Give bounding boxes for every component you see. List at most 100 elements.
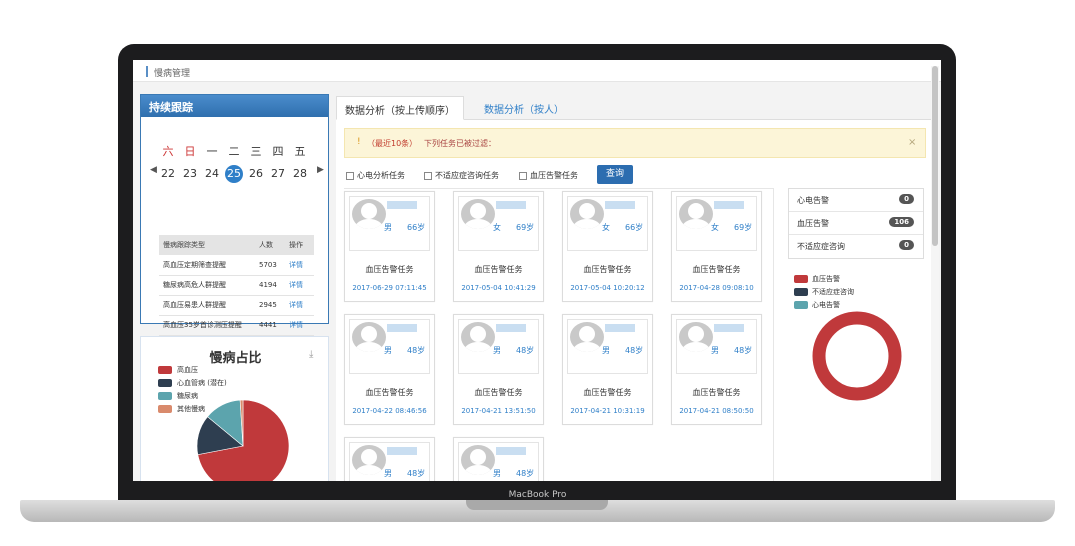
task-card[interactable]: 男 48岁 血压告警任务 2017-04-21 08:50:50 xyxy=(671,314,762,425)
task-card[interactable]: 男 66岁 血压告警任务 2017-06-29 07:11:45 xyxy=(344,191,435,302)
tab-by-person[interactable]: 数据分析（按人） xyxy=(476,96,572,120)
patient-name-redacted xyxy=(605,201,635,209)
legend-swatch xyxy=(158,404,172,413)
task-card[interactable]: 男 48岁 xyxy=(344,437,435,481)
follow-panel: 持续跟踪 六 日 一 二 三 四 五 ◀ 22 23 24 25 26 27 2… xyxy=(140,94,329,336)
checkbox-label: 血压告警任务 xyxy=(530,171,578,180)
task-card[interactable]: 男 48岁 血压告警任务 2017-04-21 13:51:50 xyxy=(453,314,544,425)
task-type: 血压告警任务 xyxy=(474,388,523,397)
task-type: 血压告警任务 xyxy=(583,388,632,397)
legend-swatch xyxy=(158,378,172,387)
detail-link[interactable]: 详情 xyxy=(285,315,314,336)
task-card[interactable]: 男 48岁 血压告警任务 2017-04-22 08:46:56 xyxy=(344,314,435,425)
checkbox-label: 心电分析任务 xyxy=(357,171,405,180)
task-time: 2017-04-28 09:08:10 xyxy=(679,284,754,292)
legend-swatch xyxy=(794,274,808,283)
list-item[interactable]: 血压告警 106 xyxy=(789,212,923,235)
count-badge: 106 xyxy=(889,217,914,227)
alert-highlight: （最近10条） xyxy=(367,139,418,148)
list-item-label: 不适应症咨询 xyxy=(797,242,845,251)
patient-age: 66岁 xyxy=(625,223,644,232)
avatar xyxy=(570,199,604,229)
table-cell: 高血压35岁首诊测压提醒 xyxy=(159,315,255,336)
checkbox-box[interactable] xyxy=(519,171,527,180)
calendar-day-today[interactable]: 25 xyxy=(225,165,243,183)
breadcrumb-text[interactable]: 慢病管理 xyxy=(154,66,190,79)
legend-label: 不适应症咨询 xyxy=(812,287,854,296)
detail-link[interactable]: 详情 xyxy=(285,275,314,296)
calendar-day[interactable]: 26 xyxy=(247,165,265,183)
breadcrumb: 慢病管理 xyxy=(133,60,941,82)
patient-info-box: 女 69岁 xyxy=(676,196,757,251)
weekday: 六 xyxy=(162,145,174,158)
tab-upload-order[interactable]: 数据分析（按上传顺序） xyxy=(336,96,464,120)
patient-gender: 男 xyxy=(384,469,392,478)
task-time: 2017-06-29 07:11:45 xyxy=(352,284,427,292)
patient-gender: 男 xyxy=(384,346,392,355)
column-header: 操作 xyxy=(285,235,314,255)
task-card[interactable]: 女 66岁 血压告警任务 2017-05-04 10:20:12 xyxy=(562,191,653,302)
legend-item[interactable]: 不适应症咨询 xyxy=(794,285,854,298)
scrollbar[interactable] xyxy=(931,66,939,481)
checkbox-box[interactable] xyxy=(424,171,432,180)
filter-checkbox-bp[interactable]: 血压告警任务 xyxy=(519,170,578,181)
calendar-prev-icon[interactable]: ◀ xyxy=(150,165,157,175)
download-icon[interactable]: ⤓ xyxy=(309,349,313,360)
patient-name-redacted xyxy=(387,324,417,332)
legend-swatch xyxy=(158,365,172,374)
patient-name-redacted xyxy=(387,201,417,209)
patient-gender: 男 xyxy=(493,346,501,355)
detail-link[interactable]: 详情 xyxy=(285,255,314,276)
weekday: 一 xyxy=(206,145,218,158)
detail-link[interactable]: 详情 xyxy=(285,295,314,316)
checkbox-box[interactable] xyxy=(346,171,354,180)
calendar-next-icon[interactable]: ▶ xyxy=(317,165,324,175)
list-item[interactable]: 不适应症咨询 0 xyxy=(789,235,923,258)
patient-age: 66岁 xyxy=(407,223,426,232)
task-card[interactable]: 男 48岁 血压告警任务 2017-04-21 10:31:19 xyxy=(562,314,653,425)
list-item-label: 血压告警 xyxy=(797,219,829,228)
close-icon[interactable]: × xyxy=(908,137,916,148)
task-card[interactable]: 女 69岁 血压告警任务 2017-05-04 10:41:29 xyxy=(453,191,544,302)
legend-label: 心电告警 xyxy=(812,300,840,309)
alert-type-list: 心电告警 0 血压告警 106 不适应症咨询 0 xyxy=(788,188,924,259)
query-button[interactable]: 查询 xyxy=(597,165,633,184)
task-time: 2017-05-04 10:41:29 xyxy=(461,284,536,292)
table-cell: 4441 xyxy=(255,315,285,336)
task-type: 血压告警任务 xyxy=(583,265,632,274)
calendar-day[interactable]: 27 xyxy=(269,165,287,183)
patient-info-box: 男 48岁 xyxy=(349,442,430,481)
task-card[interactable]: 女 69岁 血压告警任务 2017-04-28 09:08:10 xyxy=(671,191,762,302)
avatar xyxy=(461,322,495,352)
calendar-day[interactable]: 23 xyxy=(181,165,199,183)
patient-name-redacted xyxy=(605,324,635,332)
table-row: 高血压定期筛查提醒 5703 详情 xyxy=(159,255,314,276)
patient-name-redacted xyxy=(496,201,526,209)
filter-checkbox-ecg[interactable]: 心电分析任务 xyxy=(346,170,405,181)
patient-age: 48岁 xyxy=(625,346,644,355)
calendar-day[interactable]: 28 xyxy=(291,165,309,183)
column-header: 慢病跟踪类型 xyxy=(159,235,255,255)
weekday: 五 xyxy=(294,145,306,158)
legend-label: 血压告警 xyxy=(812,274,840,283)
scrollbar-thumb[interactable] xyxy=(932,66,938,246)
alert-text: 下列任务已被过滤： xyxy=(424,139,496,148)
task-card[interactable]: 男 48岁 xyxy=(453,437,544,481)
task-time: 2017-05-04 10:20:12 xyxy=(570,284,645,292)
task-time: 2017-04-22 08:46:56 xyxy=(352,407,427,415)
legend-item[interactable]: 高血压 xyxy=(158,363,227,376)
avatar xyxy=(461,199,495,229)
patient-gender: 男 xyxy=(384,223,392,232)
legend-item[interactable]: 血压告警 xyxy=(794,272,854,285)
pie-chart xyxy=(196,399,290,481)
list-item[interactable]: 心电告警 0 xyxy=(789,189,923,212)
patient-gender: 女 xyxy=(493,223,501,232)
filter-checkbox-consult[interactable]: 不适应症咨询任务 xyxy=(424,170,499,181)
legend-item[interactable]: 心血管病 (潜在) xyxy=(158,376,227,389)
calendar-day[interactable]: 24 xyxy=(203,165,221,183)
donut-segment[interactable] xyxy=(812,311,902,401)
calendar-day[interactable]: 22 xyxy=(159,165,177,183)
main-content: ! （最近10条） 下列任务已被过滤： × 心电分析任务 不适应症咨询任务 血压… xyxy=(336,120,932,481)
breadcrumb-marker xyxy=(146,66,148,77)
table-cell: 糖尿病高危人群提醒 xyxy=(159,275,255,296)
